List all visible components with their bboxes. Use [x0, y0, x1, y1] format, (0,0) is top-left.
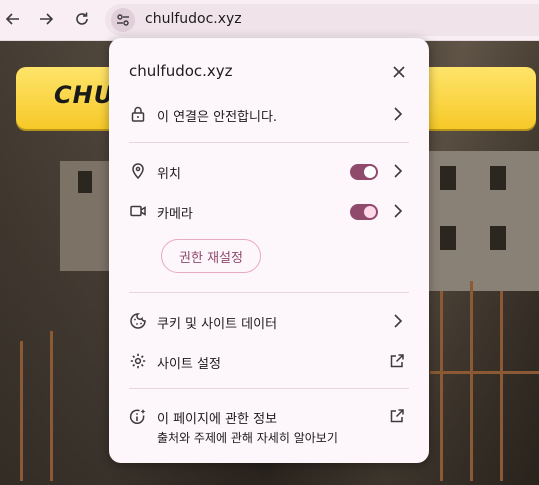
reset-permissions-button[interactable]: 권한 재설정: [161, 239, 261, 273]
site-info-button[interactable]: [111, 8, 135, 32]
gear-icon: [130, 353, 146, 369]
rebar: [20, 341, 23, 481]
url-text[interactable]: chulfudoc.xyz: [145, 11, 242, 27]
back-button[interactable]: [0, 6, 26, 32]
building-window: [78, 171, 92, 193]
cookies-label: 쿠키 및 사이트 데이터: [157, 317, 278, 332]
connection-label: 이 연결은 안전합니다.: [157, 110, 278, 125]
close-button[interactable]: [389, 62, 409, 82]
divider: [129, 292, 409, 293]
rebar: [440, 291, 443, 481]
connection-security-row[interactable]: 이 연결은 안전합니다.: [109, 96, 429, 132]
permission-row-location[interactable]: 위치: [109, 153, 429, 189]
browser-toolbar: chulfudoc.xyz: [0, 0, 539, 41]
site-info-popup: chulfudoc.xyz 이 연결은 안전합니다. 위치 카메라 권한 재설정…: [109, 38, 429, 463]
chevron-right-icon: [394, 107, 403, 121]
about-label: 이 페이지에 관한 정보: [157, 412, 278, 427]
divider: [129, 142, 409, 143]
popup-title: chulfudoc.xyz: [129, 62, 233, 80]
rebar: [500, 291, 503, 481]
site-settings-row[interactable]: 사이트 설정: [109, 343, 429, 379]
permission-label: 위치: [157, 167, 181, 182]
reload-button[interactable]: [69, 6, 95, 32]
about-sublabel: 출처와 주제에 관해 자세히 알아보기: [157, 431, 338, 445]
site-settings-label: 사이트 설정: [157, 357, 221, 372]
tune-icon: [117, 14, 129, 26]
forward-button[interactable]: [33, 6, 59, 32]
location-toggle[interactable]: [350, 164, 378, 180]
permission-row-camera[interactable]: 카메라: [109, 193, 429, 229]
building-window: [490, 226, 506, 250]
cookies-row[interactable]: 쿠키 및 사이트 데이터: [109, 303, 429, 339]
building-backdrop-right: [420, 151, 539, 291]
rebar: [470, 281, 473, 481]
chevron-right-icon: [394, 314, 403, 328]
toggle-knob: [364, 166, 376, 178]
info-sparkle-icon: [129, 409, 146, 424]
chevron-right-icon: [394, 204, 403, 218]
building-window: [490, 166, 506, 190]
address-bar[interactable]: chulfudoc.xyz: [105, 4, 539, 36]
building-window: [440, 166, 456, 190]
reload-icon: [76, 12, 88, 25]
arrow-left-icon: [5, 13, 19, 25]
open-in-new-icon: [390, 409, 404, 423]
building-window: [440, 226, 456, 250]
toggle-knob: [364, 206, 376, 218]
arrow-right-icon: [40, 13, 54, 25]
close-icon: [393, 66, 405, 78]
chevron-right-icon: [394, 164, 403, 178]
rebar: [50, 331, 53, 481]
camera-toggle[interactable]: [350, 204, 378, 220]
video-camera-icon: [130, 205, 146, 217]
rebar: [430, 371, 539, 374]
permission-label: 카메라: [157, 207, 193, 222]
open-in-new-icon: [390, 354, 404, 368]
location-pin-icon: [132, 163, 144, 180]
cookie-icon: [130, 313, 146, 329]
divider: [129, 388, 409, 389]
lock-icon: [131, 106, 145, 122]
